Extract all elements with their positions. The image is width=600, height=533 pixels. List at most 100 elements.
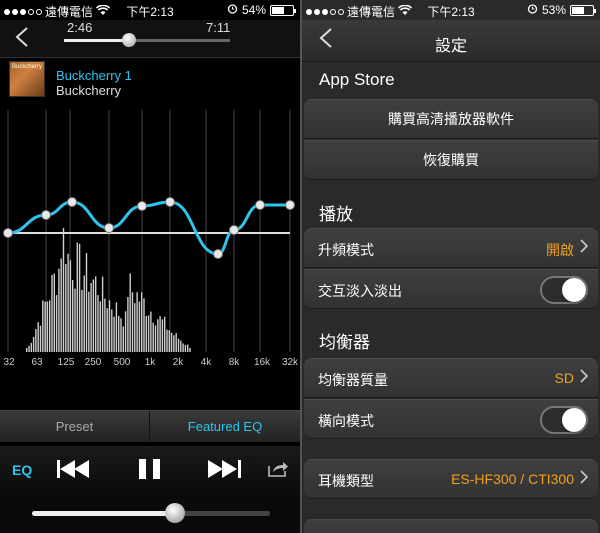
eq-band-handle xyxy=(285,200,295,210)
spectrum-bar xyxy=(152,322,154,352)
spectrum-bar xyxy=(157,319,159,352)
crossfade-toggle[interactable] xyxy=(540,276,588,304)
eq-band-handle xyxy=(3,228,13,238)
landscape-mode-toggle[interactable] xyxy=(540,406,588,434)
eq-curve xyxy=(7,200,290,256)
spectrum-bar xyxy=(44,301,46,352)
buy-hd-player-button[interactable]: 購買高清播放器軟件 xyxy=(304,99,598,139)
tab-preset[interactable]: Preset xyxy=(0,411,150,443)
upsample-mode-value: 開啟 xyxy=(546,242,574,258)
upsample-mode-row[interactable]: 升頻模式 開啟 xyxy=(304,228,598,268)
total-time: 7:11 xyxy=(206,20,231,35)
spectrum-bar xyxy=(138,301,141,352)
spectrum-bar xyxy=(136,292,138,352)
spectrum-bar xyxy=(159,316,161,352)
spectrum-bar xyxy=(166,329,168,352)
spectrum-bar xyxy=(182,343,184,352)
spectrum-bar xyxy=(154,325,157,352)
spectrum-bar xyxy=(175,333,177,352)
next-settings-row[interactable] xyxy=(304,519,598,533)
spectrum-bar xyxy=(145,316,147,352)
spectrum-bar xyxy=(97,295,99,352)
spectrum-bar xyxy=(67,253,69,352)
spectrum-bar xyxy=(65,263,67,352)
share-button[interactable] xyxy=(267,460,289,483)
crossfade-label: 交互淡入淡出 xyxy=(318,283,402,299)
previous-icon xyxy=(57,460,89,478)
eq-freq-label: 2k xyxy=(173,357,185,368)
spectrum-bar xyxy=(170,332,173,352)
battery-percent: 53% xyxy=(541,3,566,17)
alarm-icon xyxy=(227,3,238,17)
player-header: 2:46 7:11 xyxy=(0,20,300,58)
spectrum-bar xyxy=(62,227,65,352)
alarm-icon xyxy=(527,3,538,17)
chevron-right-icon xyxy=(580,239,589,257)
headphone-type-label: 耳機類型 xyxy=(318,473,374,489)
pause-button[interactable] xyxy=(138,458,162,485)
spectrum-bar xyxy=(129,273,131,352)
now-playing-info: Buckcherry Buckcherry 1 Buckcherry xyxy=(0,58,300,102)
spectrum-bar xyxy=(51,275,53,352)
previous-track-button[interactable] xyxy=(56,458,92,485)
next-track-button[interactable] xyxy=(206,458,242,485)
chevron-right-icon xyxy=(580,470,589,488)
eq-quality-row[interactable]: 均衡器質量 SD xyxy=(304,358,598,398)
spectrum-bar xyxy=(76,242,78,352)
eq-quality-value: SD xyxy=(554,370,574,386)
spectrum-bar xyxy=(113,316,115,352)
eq-band-handle xyxy=(229,225,239,235)
next-icon xyxy=(208,460,241,478)
eq-freq-label: 500 xyxy=(114,357,131,368)
spectrum-bar xyxy=(141,292,143,352)
chevron-left-icon xyxy=(15,27,28,47)
eq-freq-label: 8k xyxy=(229,357,241,368)
spectrum-bar xyxy=(134,303,136,352)
album-art[interactable]: Buckcherry xyxy=(9,61,45,97)
page-title: 設定 xyxy=(434,38,467,55)
spectrum-bar xyxy=(49,300,51,352)
nav-bar: 設定 xyxy=(302,20,600,62)
spectrum-bar xyxy=(111,309,113,352)
eq-button[interactable]: EQ xyxy=(12,462,32,478)
seek-knob[interactable] xyxy=(121,33,136,47)
headphone-type-value: ES-HF300 / CTI300 xyxy=(451,471,574,487)
spectrum-bar xyxy=(99,301,101,352)
spectrum-bar xyxy=(72,280,74,352)
spectrum-bar xyxy=(161,319,164,352)
headphone-type-row[interactable]: 耳機類型 ES-HF300 / CTI300 xyxy=(304,459,598,499)
volume-slider[interactable] xyxy=(32,511,270,516)
spectrum-bar xyxy=(37,322,39,352)
spectrum-bar xyxy=(60,258,62,352)
eq-band-handle xyxy=(165,197,175,207)
eq-band-handle xyxy=(104,223,114,233)
spectrum-bar xyxy=(78,243,81,352)
spectrum-bar xyxy=(150,311,152,352)
spectrum-bar xyxy=(131,292,134,352)
spectrum-bar xyxy=(30,342,32,352)
eq-band-handle xyxy=(67,197,77,207)
eq-visualizer[interactable]: 32 63 125 250 500 1k 2k 4k 8k 16k 32k xyxy=(0,102,300,370)
landscape-mode-row: 橫向模式 xyxy=(304,399,598,439)
eq-freq-label: 32k xyxy=(282,357,299,368)
back-button[interactable] xyxy=(14,26,30,52)
spectrum-bar xyxy=(35,329,37,352)
spectrum-bar xyxy=(118,315,120,352)
spectrum-bar xyxy=(42,300,44,352)
seek-bar[interactable] xyxy=(64,39,230,42)
section-header-equalizer: 均衡器 xyxy=(319,333,370,352)
restore-purchase-button[interactable]: 恢復購買 xyxy=(304,140,598,180)
spectrum-bar xyxy=(143,298,145,352)
spectrum-bar xyxy=(58,268,60,352)
spectrum-bar xyxy=(90,283,92,352)
tab-featured-eq[interactable]: Featured EQ xyxy=(150,411,300,443)
volume-area xyxy=(0,496,300,533)
eq-band-handle xyxy=(213,249,223,259)
volume-knob[interactable] xyxy=(164,503,185,523)
spectrum-bar xyxy=(122,326,124,352)
spectrum-bar xyxy=(127,297,129,352)
spectrum-bar xyxy=(177,338,180,352)
eq-tabs: Preset Featured EQ xyxy=(0,410,300,443)
spectrum-bar xyxy=(101,276,104,352)
spectrum-bar xyxy=(168,330,170,352)
